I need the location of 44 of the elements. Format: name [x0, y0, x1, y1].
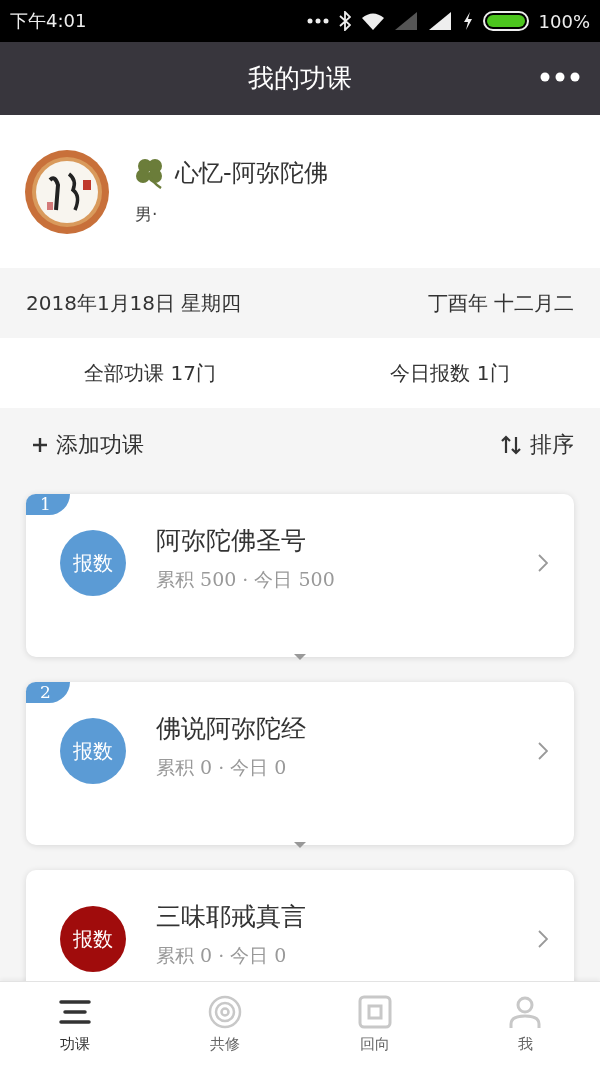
total-courses: 全部功课 17门 [83, 359, 217, 387]
target-icon [208, 995, 242, 1029]
nav-tab[interactable]: 我 [450, 982, 600, 1067]
chevron-right-icon [538, 554, 548, 572]
sort-button[interactable]: 排序 [500, 430, 574, 460]
status-time: 下午4:01 [10, 9, 87, 33]
bluetooth-icon [338, 11, 351, 31]
battery-icon [482, 11, 529, 31]
wifi-icon [360, 12, 385, 30]
charging-icon [462, 12, 473, 30]
course-number: 2 [26, 682, 70, 703]
signal-icon [428, 12, 453, 30]
user-gender: 男· [135, 203, 159, 226]
chevron-right-icon [538, 930, 548, 948]
add-course-button[interactable]: 添加功课 [32, 430, 144, 460]
page-title: 我的功课 [248, 62, 352, 95]
solar-date: 2018年1月18日 星期四 [26, 289, 242, 317]
plus-icon [32, 437, 48, 453]
course-stats: 累积 500 · 今日 500 [156, 567, 336, 592]
nav-tab[interactable]: 功课 [0, 982, 150, 1067]
today-reports: 今日报数 1门 [389, 359, 511, 387]
course-number: 1 [26, 494, 70, 515]
signal-icon [394, 12, 419, 30]
report-button[interactable]: 报数 [60, 906, 126, 972]
nav-tab[interactable]: 共修 [150, 982, 300, 1067]
more-icon[interactable] [540, 72, 580, 82]
user-name: 心忆-阿弥陀佛 [175, 158, 328, 189]
course-card[interactable]: 2 报数 佛说阿弥陀经 累积 0 · 今日 0 [26, 682, 574, 845]
course-card[interactable]: 报数 三味耶戒真言 累积 0 · 今日 0 [26, 870, 574, 981]
course-card[interactable]: 1 报数 阿弥陀佛圣号 累积 500 · 今日 500 [26, 494, 574, 657]
clover-icon [135, 157, 165, 189]
person-icon [508, 995, 542, 1029]
lunar-date: 丁酉年 十二月二 [427, 289, 574, 317]
course-title: 三味耶戒真言 [156, 901, 307, 933]
sort-icon [500, 435, 522, 455]
course-title: 阿弥陀佛圣号 [156, 525, 307, 557]
more-icon [306, 18, 329, 24]
square-icon [358, 995, 392, 1029]
nav-tab[interactable]: 回向 [300, 982, 450, 1067]
course-stats: 累积 0 · 今日 0 [156, 755, 288, 780]
battery-level: 100% [538, 10, 590, 32]
course-title: 佛说阿弥陀经 [156, 713, 307, 745]
course-stats: 累积 0 · 今日 0 [156, 943, 288, 968]
chevron-right-icon [538, 742, 548, 760]
